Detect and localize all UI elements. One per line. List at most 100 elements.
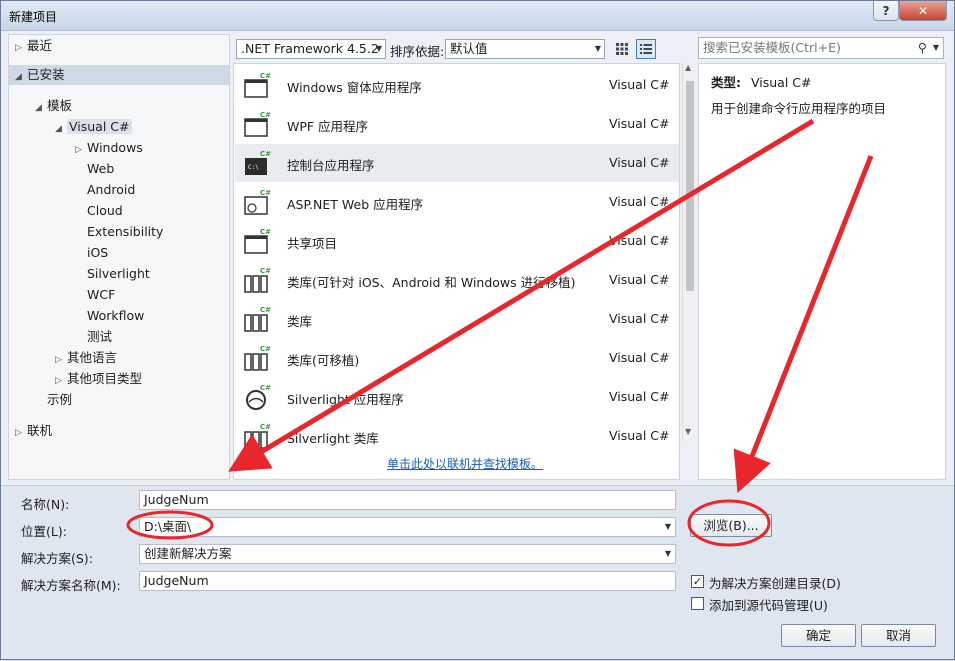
project-name-input[interactable]: JudgeNum [139,490,676,510]
template-language: Visual C# [609,389,670,404]
type-label: 类型: [711,75,741,90]
expand-arrow-icon[interactable]: ▷ [75,140,87,160]
sort-value: 默认值 [450,41,488,56]
tree-item[interactable]: Android [75,180,135,200]
tree-item[interactable]: ◢ 已安装 [9,65,229,85]
tree-item[interactable]: ◢ Visual C# [55,117,132,137]
template-language: Visual C# [609,116,670,131]
shared-project-icon: C# [243,227,271,255]
template-row[interactable]: C# Silverlight 类库 Visual C# [235,417,679,455]
tree-item[interactable]: WCF [75,285,115,305]
location-input[interactable]: D:\桌面\ ▼ [139,517,676,537]
scroll-thumb[interactable] [686,81,694,291]
online-templates-link[interactable]: 单击此处以联机并查找模板。 [387,455,543,472]
tree-item[interactable]: ▷ 联机 [15,421,52,441]
template-row[interactable]: C# WPF 应用程序 Visual C# [235,105,679,143]
tree-item-label: 测试 [87,329,113,344]
windows-forms-icon: C# [243,71,271,99]
tree-item-label: Extensibility [87,224,164,239]
portable-class-library-icon: C# [243,344,271,372]
expand-arrow-icon[interactable]: ▷ [55,371,67,391]
grid-view-button[interactable] [612,39,632,59]
template-row[interactable]: C# 类库 Visual C# [235,300,679,338]
chevron-down-icon[interactable]: ▼ [665,518,671,536]
expand-arrow-icon[interactable]: ▷ [55,350,67,370]
svg-text:C#: C# [260,267,271,275]
template-row[interactable]: C# ASP.NET Web 应用程序 Visual C# [235,183,679,221]
search-templates-input[interactable]: 搜索已安装模板(Ctrl+E) ⚲ ▼ [698,37,944,59]
chevron-down-icon[interactable]: ▼ [665,545,671,563]
template-name: 类库(可移植) [287,353,360,368]
create-directory-checkbox[interactable]: ✓ [691,575,704,588]
template-list-scrollbar[interactable]: ▲ ▼ [682,63,696,441]
svg-text:C#: C# [260,423,271,431]
tree-item-label: Workflow [87,308,145,323]
framework-value: .NET Framework 4.5.2 [241,41,379,56]
template-language: Visual C# [609,272,670,287]
tree-item[interactable]: Web [75,159,114,179]
console-icon: C# C:\ [243,149,271,177]
tree-item-label: 其他项目类型 [67,371,143,386]
solution-value: 创建新解决方案 [144,546,232,561]
cancel-button[interactable]: 取消 [861,624,936,647]
tree-item[interactable]: Cloud [75,201,123,221]
ok-button[interactable]: 确定 [781,624,856,647]
list-view-button[interactable] [636,39,656,59]
tree-item[interactable]: ▷ 最近 [15,36,52,56]
expand-arrow-icon[interactable]: ▷ [15,38,27,58]
solution-name-input[interactable]: JudgeNum [139,571,676,591]
tree-item-label: iOS [87,245,109,260]
collapse-arrow-icon[interactable]: ◢ [35,98,47,118]
template-row[interactable]: C# 类库(可针对 iOS、Android 和 Windows 进行移植) Visu… [235,261,679,299]
chevron-down-icon: ▼ [594,44,601,53]
template-row[interactable]: C# 类库(可移植) Visual C# [235,339,679,377]
collapse-arrow-icon[interactable]: ◢ [55,119,67,139]
tree-item[interactable]: Workflow [75,306,144,326]
solution-select[interactable]: 创建新解决方案 ▼ [139,544,676,564]
tree-item[interactable]: ▷ 其他项目类型 [55,369,142,389]
list-view-icon [640,44,652,54]
tree-item[interactable]: 测试 [75,327,112,347]
collapse-arrow-icon[interactable]: ◢ [15,67,27,87]
close-button[interactable]: ✕ [899,1,947,21]
template-name: ASP.NET Web 应用程序 [287,197,424,212]
source-control-checkbox[interactable] [691,597,704,610]
tree-item[interactable]: ◢ 模板 [35,96,72,116]
template-name: 共享项目 [287,236,338,251]
template-name: Windows 窗体应用程序 [287,80,422,95]
tree-item[interactable]: ▷ 其他语言 [55,348,117,368]
svg-text:C#: C# [260,228,271,236]
name-label: 名称(N): [21,497,70,512]
scroll-up-icon[interactable]: ▲ [685,63,691,72]
source-control-label: 添加到源代码管理(U) [709,598,828,613]
browse-button[interactable]: 浏览(B)... [690,514,772,537]
template-row[interactable]: C# Silverlight 应用程序 Visual C# [235,378,679,416]
template-row[interactable]: C# 共享项目 Visual C# [235,222,679,260]
sort-label: 排序依据: [390,44,445,59]
help-button[interactable]: ? [873,1,899,21]
tree-item-label: Visual C# [67,119,132,134]
tree-item[interactable]: Silverlight [75,264,150,284]
svg-text:C#: C# [260,345,271,353]
tree-item-label: 联机 [27,423,53,438]
svg-text:C:\: C:\ [248,164,259,171]
expand-arrow-icon[interactable]: ▷ [15,423,27,443]
location-value: D:\桌面\ [144,519,192,534]
tree-item[interactable]: 示例 [35,390,72,410]
sort-select[interactable]: 默认值 ▼ [445,39,605,59]
tree-item[interactable]: ▷ Windows [75,138,143,158]
scroll-down-icon[interactable]: ▼ [685,427,691,436]
search-placeholder: 搜索已安装模板(Ctrl+E) [703,40,841,55]
class-library-icon: C# [243,305,271,333]
svg-text:C#: C# [260,72,271,80]
framework-select[interactable]: .NET Framework 4.5.2 ▼ [236,39,386,59]
template-language: Visual C# [609,155,670,170]
tree-item[interactable]: iOS [75,243,108,263]
template-row[interactable]: C# Windows 窗体应用程序 Visual C# [235,66,679,104]
template-row[interactable]: C# C:\ 控制台应用程序 Visual C# [235,144,679,182]
solution-name-value: JudgeNum [144,573,209,588]
chevron-down-icon: ▼ [375,44,382,53]
template-language: Visual C# [609,77,670,92]
type-line: 类型: Visual C# [711,72,811,91]
tree-item[interactable]: Extensibility [75,222,163,242]
